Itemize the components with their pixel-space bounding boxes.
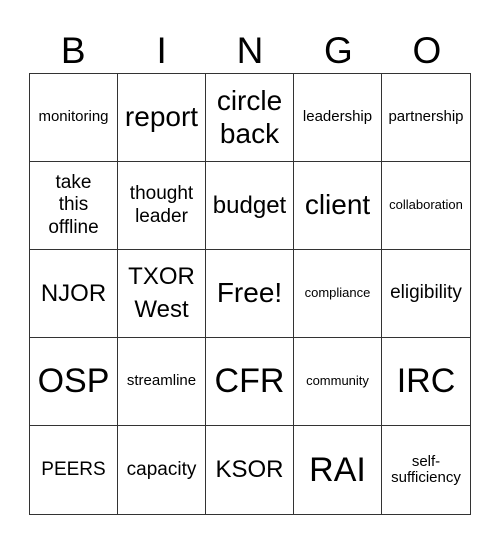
cell-text: partnership [388,108,464,126]
cell-text: eligibility [390,282,462,304]
header-letter-n: N [236,30,264,71]
cell-text: take this offline [48,171,99,238]
bingo-header: B I N G O [29,30,471,72]
cell-text: TXOR West [128,263,195,323]
header-letter-i: I [156,30,167,71]
cell-text: monitoring [38,108,109,126]
bingo-cell[interactable]: thought leader [118,162,206,250]
bingo-cell[interactable]: CFR [206,338,294,426]
free-space-cell[interactable]: Free! [206,250,294,338]
cell-text: self-sufficiency [391,452,461,486]
bingo-cell[interactable]: leadership [294,74,382,162]
bingo-cell[interactable]: RAI [294,426,382,514]
cell-text: NJOR [40,279,107,307]
bingo-cell[interactable]: client [294,162,382,250]
bingo-cell[interactable]: take this offline [30,162,118,250]
cell-text: collaboration [389,197,463,213]
bingo-cell[interactable]: budget [206,162,294,250]
bingo-cell[interactable]: compliance [294,250,382,338]
cell-text: streamline [126,372,197,390]
header-letter-o: O [412,30,442,71]
bingo-cell[interactable]: self-sufficiency [382,426,470,514]
cell-text: budget [212,191,287,219]
cell-text: community [306,373,369,389]
cell-text: report [124,101,199,133]
bingo-cell[interactable]: capacity [118,426,206,514]
bingo-cell[interactable]: partnership [382,74,470,162]
bingo-cell[interactable]: collaboration [382,162,470,250]
cell-text: OSP [37,362,110,401]
cell-text: PEERS [41,458,106,480]
bingo-cell[interactable]: TXOR West [118,250,206,338]
cell-text: CFR [214,362,285,401]
header-letter-g: G [324,30,353,71]
bingo-cell[interactable]: NJOR [30,250,118,338]
bingo-cell[interactable]: circle back [206,74,294,162]
bingo-cell[interactable]: monitoring [30,74,118,162]
bingo-cell[interactable]: IRC [382,338,470,426]
cell-text: RAI [309,450,366,489]
cell-text: leadership [302,108,373,126]
bingo-cell[interactable]: KSOR [206,426,294,514]
cell-text: capacity [126,458,197,480]
header-letter-b: B [60,30,86,71]
bingo-cell[interactable]: eligibility [382,250,470,338]
cell-text: circle back [216,85,283,149]
cell-text: thought leader [129,183,194,227]
cell-text: KSOR [215,456,284,484]
cell-text: client [304,189,371,221]
bingo-cell[interactable]: OSP [30,338,118,426]
free-space-text: Free! [216,277,283,309]
cell-text: compliance [304,285,371,301]
cell-text: IRC [396,362,456,401]
bingo-cell[interactable]: streamline [118,338,206,426]
bingo-cell[interactable]: report [118,74,206,162]
bingo-cell[interactable]: PEERS [30,426,118,514]
bingo-board: monitoring report circle back leadership… [29,73,471,515]
bingo-cell[interactable]: community [294,338,382,426]
